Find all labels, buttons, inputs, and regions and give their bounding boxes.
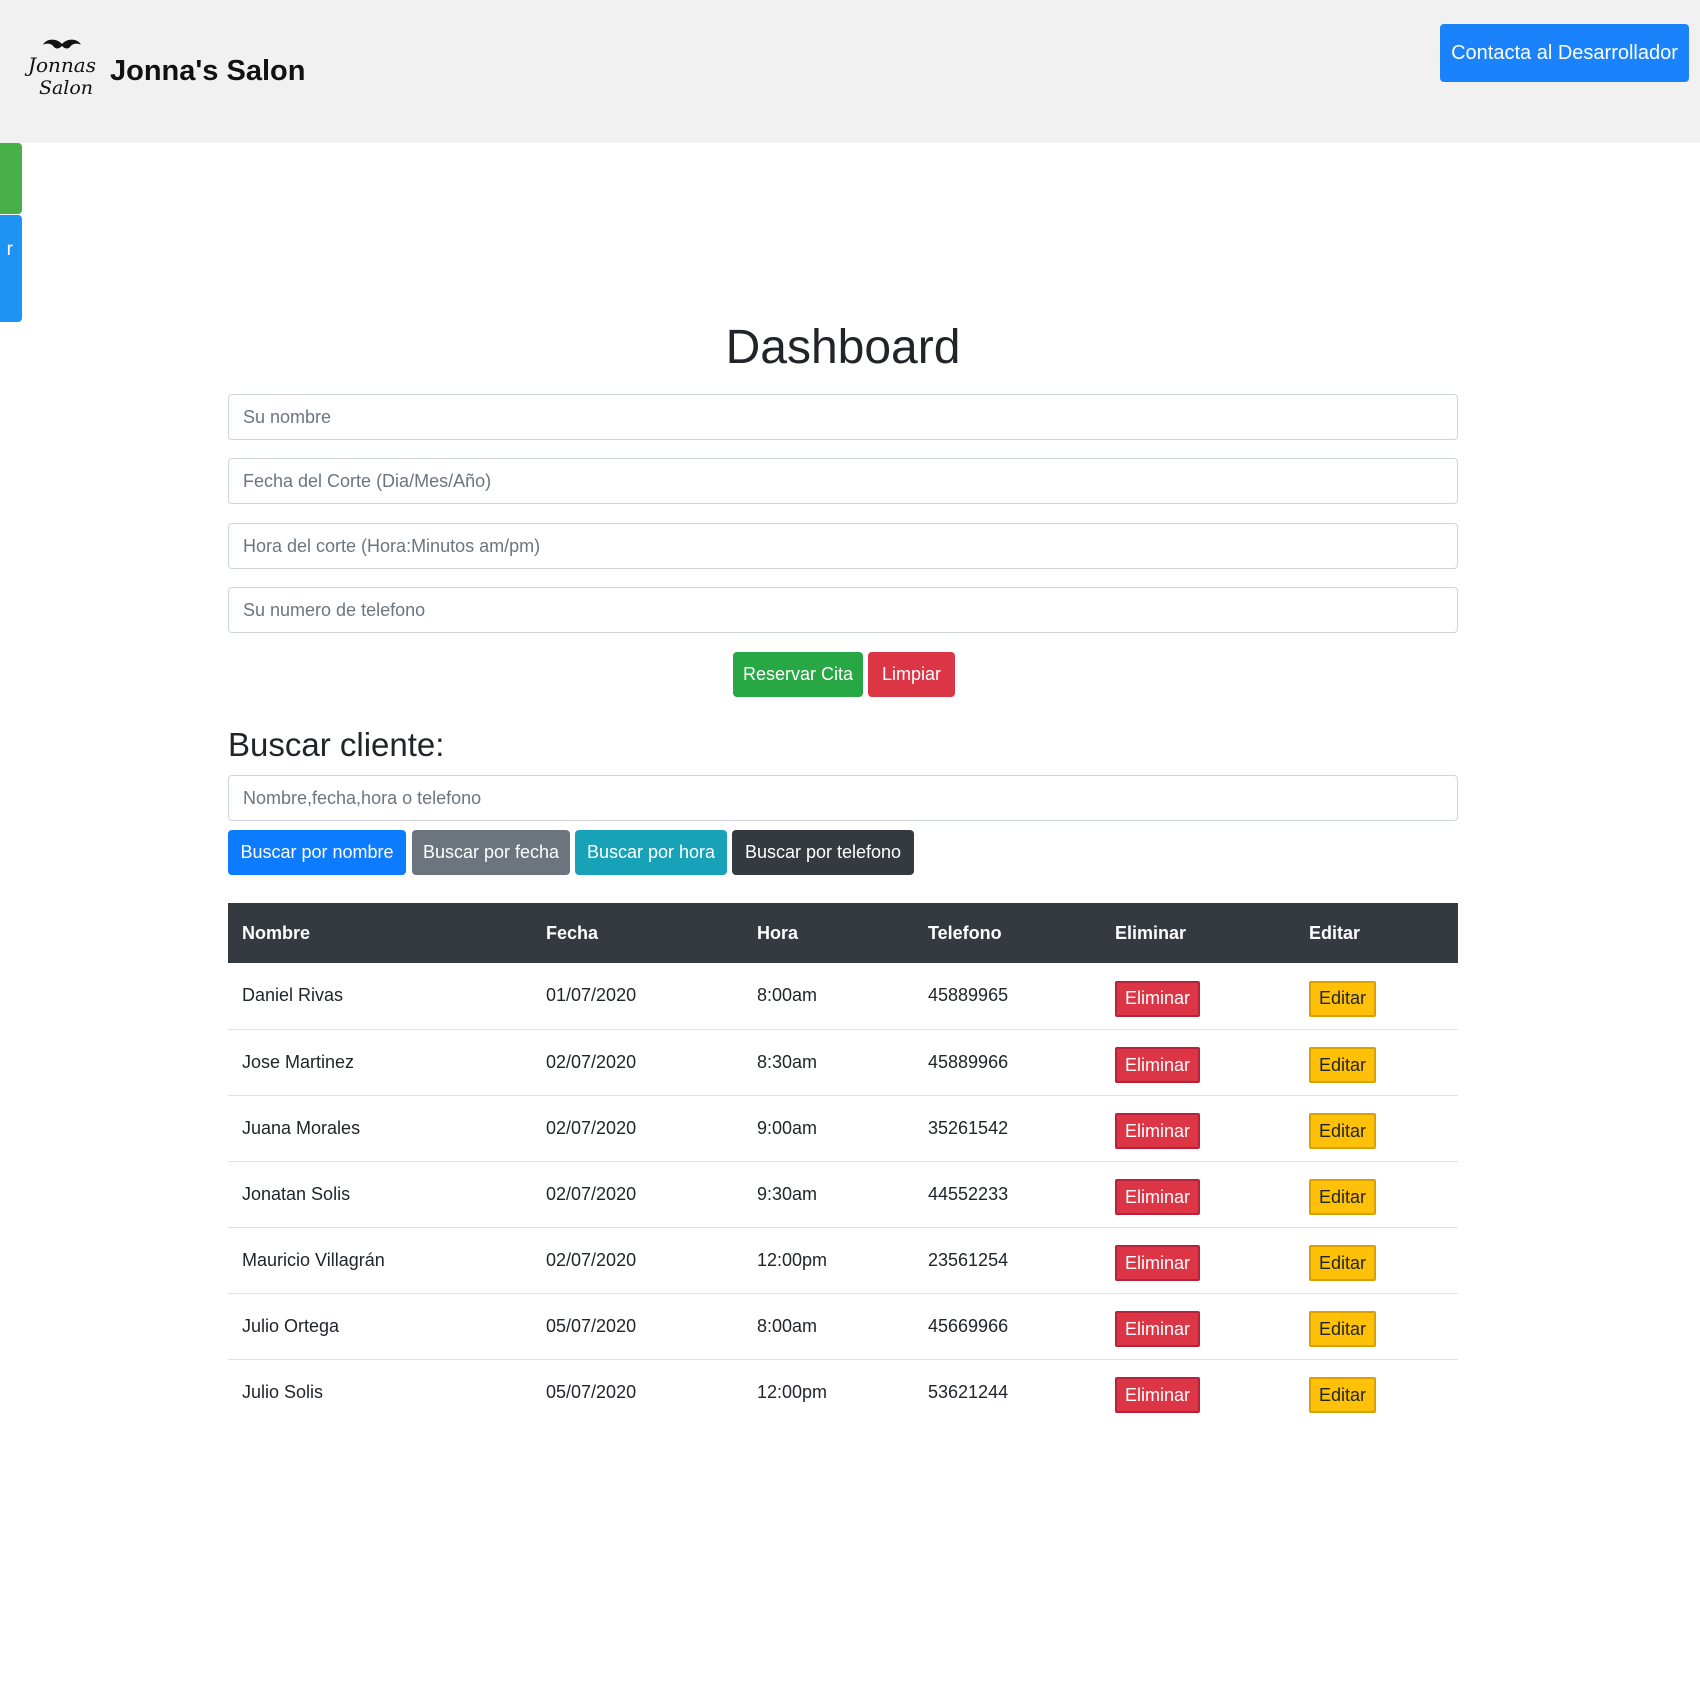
cell-telefono: 23561254 [914,1226,1101,1293]
brand-name: Jonna's Salon [110,54,306,87]
cell-hora: 8:00am [743,1292,914,1359]
delete-button[interactable]: Eliminar [1115,1047,1201,1083]
cell-telefono: 53621244 [914,1358,1101,1425]
brand[interactable]: Jonnas Salon Jonna's Salon [24,36,305,106]
cell-editar: Editar [1295,1358,1458,1425]
cell-telefono: 45889965 [928,985,1009,1006]
cell-hora: 8:00am [757,985,818,1006]
cell-editar: Editar [1295,1292,1458,1359]
cell-nombre: Julio Solis [228,1358,532,1425]
delete-button[interactable]: Eliminar [1115,1179,1201,1215]
edit-button[interactable]: Editar [1309,1311,1377,1347]
appointments-table-wrap: Nombre Fecha Hora Telefono Eliminar Edit… [228,903,1458,1425]
contact-developer-button[interactable]: Contacta al Desarrollador [1440,24,1689,82]
cell-editar: Editar [1295,1028,1458,1095]
cell-eliminar: Eliminar [1101,963,1295,1029]
column-header-nombre: Nombre [228,903,532,963]
side-tab-blue-label: r [6,239,13,260]
cell-nombre: Jonatan Solis [228,1160,532,1227]
table-row: Julio Ortega 05/07/2020 8:00am 45669966 … [228,1292,1458,1359]
search-input[interactable] [228,775,1458,821]
search-by-phone-button[interactable]: Buscar por telefono [732,830,914,875]
reserve-button[interactable]: Reservar Cita [733,652,863,697]
cell-hora: 8:30am [743,1028,914,1095]
table-row: Jose Martinez 02/07/2020 8:30am 45889966… [228,1028,1458,1095]
delete-button[interactable]: Eliminar [1115,980,1201,1017]
search-by-date-button[interactable]: Buscar por fecha [412,830,570,875]
table-row: Daniel Rivas 01/07/2020 8:00am 45889965 … [228,963,1458,1029]
name-field[interactable] [228,394,1458,440]
page-title: Dashboard [725,321,961,374]
column-header-telefono: Telefono [914,903,1101,963]
column-header-editar: Editar [1295,903,1458,963]
column-header-eliminar: Eliminar [1101,903,1295,963]
cell-nombre: Daniel Rivas [242,985,344,1006]
cell-hora: 9:00am [743,1094,914,1161]
cell-fecha: 02/07/2020 [532,1226,743,1293]
date-field[interactable] [228,458,1458,504]
cell-eliminar: Eliminar [1101,1292,1295,1359]
cell-eliminar: Eliminar [1101,1160,1295,1227]
cell-eliminar: Eliminar [1101,1094,1295,1161]
cell-fecha: 02/07/2020 [532,1028,743,1095]
table-header-row: Nombre Fecha Hora Telefono Eliminar Edit… [228,903,1458,963]
cell-editar: Editar [1295,1094,1458,1161]
cell-hora: 9:30am [743,1160,914,1227]
column-header-hora: Hora [743,903,914,963]
cell-eliminar: Eliminar [1101,1226,1295,1293]
cell-editar: Editar [1295,1160,1458,1227]
delete-button[interactable]: Eliminar [1115,1311,1201,1347]
edit-button[interactable]: Editar [1309,1377,1377,1414]
clear-button[interactable]: Limpiar [868,652,955,697]
cell-nombre: Juana Morales [228,1094,532,1161]
column-header-fecha: Fecha [532,903,743,963]
cell-fecha: 05/07/2020 [532,1292,743,1359]
navbar: Jonnas Salon Jonna's Salon Contacta al D… [0,0,1700,143]
svg-text:Jonnas: Jonnas [24,53,96,77]
cell-hora: 12:00pm [743,1358,914,1425]
search-by-time-button[interactable]: Buscar por hora [575,830,727,875]
cell-editar: Editar [1295,1226,1458,1293]
cell-fecha: 02/07/2020 [532,1160,743,1227]
appointments-table: Nombre Fecha Hora Telefono Eliminar Edit… [228,903,1458,1425]
cell-fecha: 02/07/2020 [532,1094,743,1161]
cell-nombre: Mauricio Villagrán [228,1226,532,1293]
delete-button[interactable]: Eliminar [1115,1377,1201,1414]
cell-nombre: Julio Ortega [228,1292,532,1359]
cell-eliminar: Eliminar [1101,1358,1295,1425]
edit-button[interactable]: Editar [1309,980,1377,1017]
salon-logo: Jonnas Salon [24,39,96,99]
cell-eliminar: Eliminar [1101,1028,1295,1095]
table-row: Julio Solis 05/07/2020 12:00pm 53621244 … [228,1358,1458,1425]
cell-hora: 12:00pm [743,1226,914,1293]
table-row: Jonatan Solis 02/07/2020 9:30am 44552233… [228,1160,1458,1227]
cell-editar: Editar [1295,963,1458,1029]
side-tab-blue[interactable]: r [0,215,22,322]
edit-button[interactable]: Editar [1309,1113,1377,1149]
table-row: Juana Morales 02/07/2020 9:00am 35261542… [228,1094,1458,1161]
table-row: Mauricio Villagrán 02/07/2020 12:00pm 23… [228,1226,1458,1293]
edit-button[interactable]: Editar [1309,1047,1377,1083]
search-heading: Buscar cliente: [228,726,445,763]
phone-field[interactable] [228,587,1458,633]
cell-fecha: 01/07/2020 [546,985,637,1006]
edit-button[interactable]: Editar [1309,1245,1377,1281]
svg-text:Salon: Salon [39,77,93,99]
cell-fecha: 05/07/2020 [532,1358,743,1425]
delete-button[interactable]: Eliminar [1115,1113,1201,1149]
time-field[interactable] [228,523,1458,569]
side-tab-green[interactable] [0,143,22,214]
cell-telefono: 35261542 [914,1094,1101,1161]
cell-telefono: 45669966 [914,1292,1101,1359]
delete-button[interactable]: Eliminar [1115,1245,1201,1281]
cell-telefono: 44552233 [914,1160,1101,1227]
cell-nombre: Jose Martinez [228,1028,532,1095]
search-by-name-button[interactable]: Buscar por nombre [228,830,406,875]
cell-telefono: 45889966 [914,1028,1101,1095]
edit-button[interactable]: Editar [1309,1179,1377,1215]
